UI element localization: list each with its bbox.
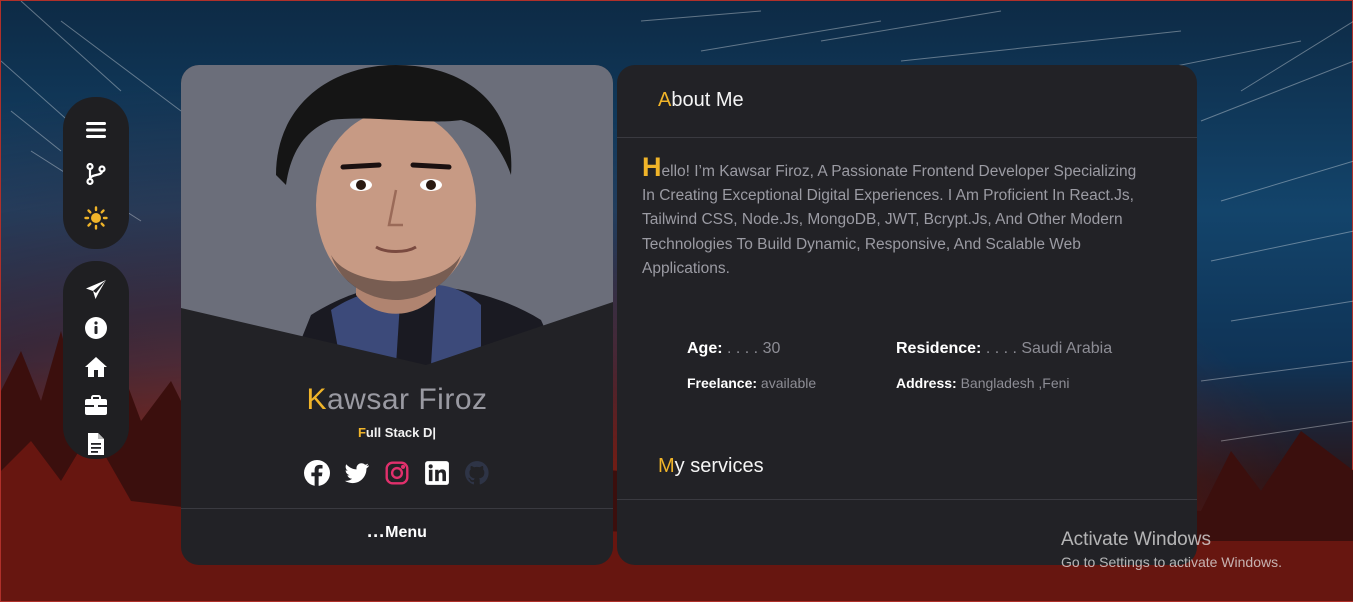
profile-card: Kawsar Firoz Full Stack D| ...Menu [181, 65, 613, 565]
activate-windows-watermark: Activate Windows Go to Settings to activ… [1061, 529, 1282, 570]
briefcase-icon[interactable] [81, 391, 111, 421]
menu-icon[interactable] [81, 115, 111, 145]
services-title: My services [658, 455, 764, 477]
info-icon[interactable] [81, 314, 111, 344]
quick-nav-bottom [63, 261, 129, 459]
menu-button[interactable]: ...Menu [181, 521, 613, 542]
home-icon[interactable] [81, 352, 111, 382]
profile-name: Kawsar Firoz [306, 383, 488, 416]
freelance-info: Freelance: available [687, 375, 817, 391]
watermark-subtitle: Go to Settings to activate Windows. [1061, 554, 1282, 570]
about-divider [617, 137, 1197, 138]
git-branch-icon[interactable] [81, 159, 111, 189]
github-icon[interactable] [464, 460, 490, 486]
services-divider [617, 499, 1197, 500]
sun-icon[interactable] [81, 203, 111, 233]
residence-info: Residence: . . . . Saudi Arabia [896, 340, 1113, 357]
social-links [181, 460, 613, 486]
about-title: About Me [658, 89, 744, 111]
quick-nav-top [63, 97, 129, 249]
facebook-icon[interactable] [304, 460, 330, 486]
profile-role: Full Stack D| [357, 425, 437, 440]
watermark-title: Activate Windows [1061, 529, 1211, 550]
linkedin-icon[interactable] [424, 460, 450, 486]
about-card: About Me Hello! I’m Kawsar Firoz, A Pass… [617, 65, 1197, 565]
twitter-icon[interactable] [344, 460, 370, 486]
send-icon[interactable] [81, 275, 111, 305]
profile-photo [181, 65, 613, 365]
document-icon[interactable] [81, 429, 111, 459]
bio-text: Hello! I’m Kawsar Firoz, A Passionate Fr… [642, 152, 1137, 277]
address-info: Address: Bangladesh ,Feni [896, 375, 1070, 391]
instagram-icon[interactable] [384, 460, 410, 486]
age-info: Age: . . . . 30 [687, 340, 781, 357]
card-divider [181, 508, 613, 509]
